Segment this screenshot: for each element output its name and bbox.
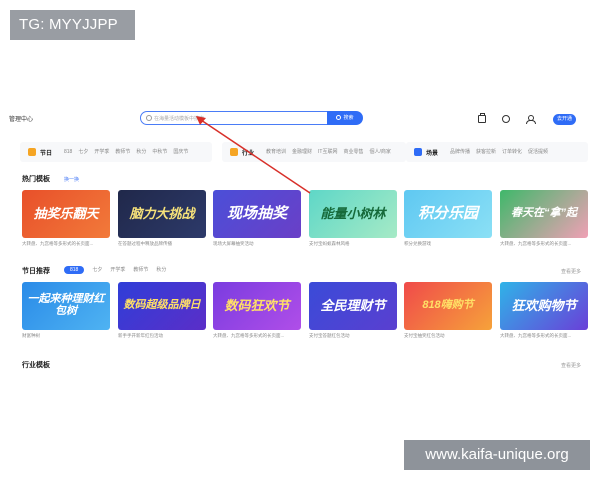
template-card-title: 数码超级品牌日 bbox=[123, 299, 201, 312]
category-item[interactable]: 個人/商家 bbox=[370, 149, 391, 155]
hot-templates-title: 热门模板 bbox=[22, 176, 50, 183]
template-card-title: 全民理财节 bbox=[320, 298, 386, 314]
industry-icon bbox=[230, 148, 238, 156]
template-card[interactable]: 春天在“拿”起 bbox=[500, 190, 588, 238]
industry-more-link[interactable]: 查看更多 bbox=[561, 362, 581, 369]
category-item[interactable]: 国庆节 bbox=[173, 149, 188, 155]
template-card[interactable]: 818嗨购节 bbox=[404, 282, 492, 330]
category-title: 节日 bbox=[40, 151, 53, 157]
search-button-icon bbox=[336, 115, 342, 120]
tab-school[interactable]: 开学季 bbox=[110, 266, 125, 273]
watermark-top-left: TG: MYYJJPP bbox=[10, 10, 135, 40]
template-card-title: 春天在“拿”起 bbox=[511, 207, 577, 220]
category-title: 行业 bbox=[242, 151, 255, 157]
headset-icon[interactable] bbox=[502, 115, 510, 123]
template-card-title: 积分乐园 bbox=[417, 205, 478, 223]
category-scene: 场景 品牌传播 获客拉新 订单转化 促活提频 bbox=[406, 142, 588, 162]
top-bar: 管理中心 在海量活动模板中搜索 搜索 去开通 bbox=[0, 104, 600, 132]
template-card-caption: 支付宝抽奖红包活动 bbox=[404, 333, 445, 338]
template-card-title: 抽奖乐翻天 bbox=[33, 206, 99, 222]
template-card-title: 脑力大挑战 bbox=[129, 206, 195, 222]
template-card[interactable]: 狂欢购物节 bbox=[500, 282, 588, 330]
template-card-title: 现场抽奖 bbox=[226, 205, 287, 223]
search-button-label: 搜索 bbox=[343, 115, 354, 121]
template-card[interactable]: 现场抽奖 bbox=[213, 190, 301, 238]
category-title: 场景 bbox=[426, 151, 439, 157]
category-item[interactable]: 中秋节 bbox=[152, 149, 167, 155]
briefcase-icon[interactable] bbox=[478, 113, 486, 123]
template-card-caption: 大转盘、九宫格等多形式的长页面... bbox=[500, 333, 572, 338]
template-card-caption: 支付宝答题红包活动 bbox=[309, 333, 350, 338]
tab-818[interactable]: 818 bbox=[64, 266, 85, 274]
category-items: 818 七夕 开学季 教师节 秋分 中秋节 国庆节 bbox=[64, 148, 194, 155]
search-icon bbox=[146, 115, 152, 121]
category-item[interactable]: IT互联网 bbox=[318, 149, 337, 155]
category-bar: 节日 818 七夕 开学季 教师节 秋分 中秋节 国庆节 行业 教育培训 金融理财 IT互联网商… bbox=[20, 142, 588, 162]
template-card-caption: 大转盘、九宫格等多形式的长页面... bbox=[500, 241, 572, 246]
category-item[interactable]: 教师节 bbox=[115, 149, 130, 155]
tab-qixi[interactable]: 七夕 bbox=[92, 266, 102, 273]
template-card-caption: 现场大屏幕抽奖活动 bbox=[213, 241, 254, 246]
tab-teacher[interactable]: 教师节 bbox=[133, 266, 148, 273]
festival-more-link[interactable]: 查看更多 bbox=[561, 268, 581, 275]
shuffle-button[interactable]: 换一换 bbox=[64, 176, 79, 183]
template-card-caption: 支付宝蚂蚁森林风格 bbox=[309, 241, 350, 246]
template-center-app: 管理中心 在海量活动模板中搜索 搜索 去开通 节日 818 七夕 开学季 教师节 秋分中… bbox=[0, 104, 600, 370]
template-card-title: 一起来种理财红包树 bbox=[27, 293, 105, 317]
category-item[interactable]: 获客拉新 bbox=[476, 149, 496, 155]
template-card-title: 能量小树林 bbox=[320, 206, 386, 222]
template-card[interactable]: 积分乐园 bbox=[404, 190, 492, 238]
template-card[interactable]: 抽奖乐翻天 bbox=[22, 190, 110, 238]
template-card[interactable]: 脑力大挑战 bbox=[118, 190, 206, 238]
screenshot-page: TG: MYYJJPP 管理中心 在海量活动模板中搜索 搜索 去开通 节日 81… bbox=[0, 0, 600, 480]
industry-section-title: 行业模板 bbox=[22, 362, 50, 369]
template-card[interactable]: 一起来种理财红包树 bbox=[22, 282, 110, 330]
category-item[interactable]: 品牌传播 bbox=[450, 149, 470, 155]
festival-tabs: 818 七夕 开学季 教师节 秋分 bbox=[64, 266, 174, 274]
template-card-title: 数码狂欢节 bbox=[224, 298, 290, 314]
category-item[interactable]: 订单转化 bbox=[502, 149, 522, 155]
festival-section-title: 节日推荐 bbox=[22, 268, 50, 275]
category-festival: 节日 818 七夕 开学季 教师节 秋分 中秋节 国庆节 bbox=[20, 142, 212, 162]
category-items: 教育培训 金融理财 IT互联网 商业零售 個人/商家 bbox=[266, 148, 397, 155]
category-item[interactable]: 金融理财 bbox=[292, 149, 312, 155]
template-card-caption: 财富种树 bbox=[22, 333, 40, 338]
template-card-caption: 大转盘、九宫格等多形式的长页面... bbox=[22, 241, 94, 246]
vip-button[interactable]: 去开通 bbox=[553, 114, 576, 125]
brand-label[interactable]: 管理中心 bbox=[9, 114, 33, 123]
search-input[interactable]: 在海量活动模板中搜索 bbox=[140, 111, 328, 125]
template-card[interactable]: 数码狂欢节 bbox=[213, 282, 301, 330]
category-item[interactable]: 商业零售 bbox=[343, 149, 363, 155]
search-placeholder: 在海量活动模板中搜索 bbox=[154, 116, 205, 122]
template-card[interactable]: 能量小树林 bbox=[309, 190, 397, 238]
category-item[interactable]: 促活提频 bbox=[528, 149, 548, 155]
category-item[interactable]: 教育培训 bbox=[266, 149, 286, 155]
category-item[interactable]: 开学季 bbox=[94, 149, 109, 155]
template-card-title: 狂欢购物节 bbox=[511, 298, 577, 314]
category-item[interactable]: 818 bbox=[64, 149, 72, 155]
scene-icon bbox=[414, 148, 422, 156]
template-card-caption: 大转盘、九宫格等多形式的长页面... bbox=[213, 333, 285, 338]
category-items: 品牌传播 获客拉新 订单转化 促活提频 bbox=[450, 148, 554, 155]
template-card-title: 818嗨购节 bbox=[422, 299, 474, 312]
watermark-bottom-right: www.kaifa-unique.org bbox=[404, 440, 590, 470]
category-item[interactable]: 秋分 bbox=[136, 149, 146, 155]
template-card-caption: 在答题过程中释放品牌传播 bbox=[118, 241, 172, 246]
template-card[interactable]: 数码超级品牌日 bbox=[118, 282, 206, 330]
tab-autumn[interactable]: 秋分 bbox=[156, 266, 166, 273]
template-card-caption: 积分兑换游戏 bbox=[404, 241, 431, 246]
template-card[interactable]: 全民理财节 bbox=[309, 282, 397, 330]
user-icon[interactable] bbox=[526, 115, 536, 124]
festival-icon bbox=[28, 148, 36, 156]
template-card-caption: 新手手开新年红包活动 bbox=[118, 333, 163, 338]
search-button[interactable]: 搜索 bbox=[327, 111, 363, 125]
category-item[interactable]: 七夕 bbox=[78, 149, 88, 155]
category-industry: 行业 教育培训 金融理财 IT互联网 商业零售 個人/商家 bbox=[222, 142, 406, 162]
